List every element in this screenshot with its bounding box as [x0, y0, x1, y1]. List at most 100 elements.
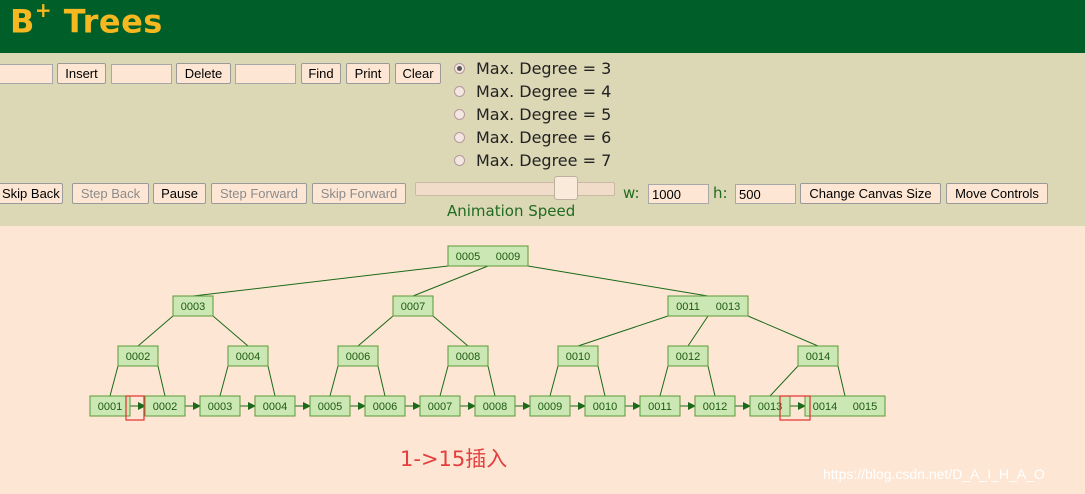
- node-key: 0012: [676, 351, 700, 363]
- tree-edge: [577, 315, 669, 347]
- skip-back-button[interactable]: Skip Back: [0, 183, 63, 204]
- internal-node: 0014: [797, 345, 839, 367]
- internal-node: 0003: [172, 295, 214, 317]
- node-key: 0014: [806, 351, 830, 363]
- node-key: 0002: [153, 401, 177, 413]
- animation-speed-slider[interactable]: [415, 182, 615, 196]
- node-key: 0011: [676, 301, 700, 313]
- tree-edge: [769, 365, 799, 397]
- internal-node: 0004: [227, 345, 269, 367]
- node-key: 0014: [813, 401, 837, 413]
- tree-edge: [267, 365, 276, 397]
- step-back-button[interactable]: Step Back: [72, 183, 149, 204]
- radio-icon[interactable]: [454, 109, 465, 120]
- leaf-node: 0005: [309, 395, 351, 417]
- radio-icon[interactable]: [454, 86, 465, 97]
- pause-button[interactable]: Pause: [153, 183, 206, 204]
- find-button[interactable]: Find: [301, 63, 341, 84]
- delete-value-input[interactable]: [111, 64, 172, 84]
- tree-edge: [659, 365, 669, 397]
- insert-button[interactable]: Insert: [57, 63, 106, 84]
- leaf-node: 0013: [749, 395, 791, 417]
- node-key: 0010: [593, 401, 617, 413]
- radio-icon[interactable]: [454, 63, 465, 74]
- leaf-node: 0012: [694, 395, 736, 417]
- leaf-node: 0004: [254, 395, 296, 417]
- control-panel: Insert Delete Find Print Clear Max. Degr…: [0, 53, 1085, 226]
- tree-edge: [329, 365, 339, 397]
- tree-edge: [687, 315, 709, 347]
- height-label: h:: [713, 184, 728, 202]
- move-controls-button[interactable]: Move Controls: [946, 183, 1048, 204]
- tree-edge: [837, 365, 846, 397]
- bplus-tree-canvas: 0005 0009 0003 0007 0011 0013 0002 0004 0006 0008…: [89, 245, 886, 421]
- tree-edge: [747, 315, 819, 347]
- node-key: 0003: [208, 401, 232, 413]
- node-key: 0005: [456, 251, 480, 263]
- leaf-node: 0006: [364, 395, 406, 417]
- node-key: 0007: [428, 401, 452, 413]
- tree-edge: [597, 365, 606, 397]
- tree-edge: [432, 315, 469, 347]
- app-title: B+ Trees: [10, 0, 163, 41]
- radio-icon[interactable]: [454, 132, 465, 143]
- node-key: 0013: [758, 401, 782, 413]
- tree-edge: [412, 265, 489, 297]
- node-key: 0004: [263, 401, 287, 413]
- node-key: 0002: [126, 351, 150, 363]
- animation-speed-label: Animation Speed: [447, 202, 576, 220]
- root-node: 0005 0009: [447, 245, 529, 267]
- slider-thumb[interactable]: [554, 176, 578, 200]
- tree-edge: [357, 315, 394, 347]
- find-value-input[interactable]: [235, 64, 296, 84]
- radio-icon[interactable]: [454, 155, 465, 166]
- canvas-width-input[interactable]: [648, 184, 709, 204]
- leaf-node: 0001: [89, 395, 131, 417]
- node-key: 0003: [181, 301, 205, 313]
- clear-button[interactable]: Clear: [395, 63, 441, 84]
- tree-edge: [109, 365, 119, 397]
- node-key: 0009: [538, 401, 562, 413]
- change-canvas-size-button[interactable]: Change Canvas Size: [800, 183, 941, 204]
- canvas-height-input[interactable]: [735, 184, 796, 204]
- node-key: 0009: [496, 251, 520, 263]
- tree-edge: [527, 265, 709, 297]
- node-key: 0007: [401, 301, 425, 313]
- tree-edge: [377, 365, 386, 397]
- node-key: 0006: [373, 401, 397, 413]
- tree-edge: [707, 365, 716, 397]
- watermark: https://blog.csdn.net/D_A_I_H_A_O: [823, 466, 1045, 482]
- step-forward-button[interactable]: Step Forward: [211, 183, 307, 204]
- tree-edge: [219, 365, 229, 397]
- print-button[interactable]: Print: [346, 63, 390, 84]
- node-key: 0006: [346, 351, 370, 363]
- leaf-node: 0014 0015: [804, 395, 886, 417]
- leaf-node: 0007: [419, 395, 461, 417]
- leaf-node: 0010: [584, 395, 626, 417]
- delete-button[interactable]: Delete: [176, 63, 231, 84]
- internal-node: 0010: [557, 345, 599, 367]
- tree-edge: [487, 365, 496, 397]
- node-key: 0011: [648, 401, 672, 413]
- node-key: 0013: [716, 301, 740, 313]
- tree-edge: [137, 315, 174, 347]
- insert-value-input[interactable]: [0, 64, 53, 84]
- app-header: B+ Trees: [0, 0, 1085, 53]
- node-key: 0004: [236, 351, 260, 363]
- node-key: 0001: [98, 401, 122, 413]
- skip-forward-button[interactable]: Skip Forward: [312, 183, 406, 204]
- leaf-node: 0011: [639, 395, 681, 417]
- caption: 1->15插入: [400, 447, 508, 471]
- node-key: 0015: [853, 401, 877, 413]
- leaf-node: 0008: [474, 395, 516, 417]
- tree-edge: [192, 265, 449, 297]
- internal-node: 0006: [337, 345, 379, 367]
- node-key: 0005: [318, 401, 342, 413]
- node-key: 0010: [566, 351, 590, 363]
- node-key: 0008: [483, 401, 507, 413]
- width-label: w:: [623, 184, 640, 202]
- tree-edge: [212, 315, 249, 347]
- internal-node: 0011 0013: [667, 295, 749, 317]
- leaf-node: 0009: [529, 395, 571, 417]
- tree-edge: [439, 365, 449, 397]
